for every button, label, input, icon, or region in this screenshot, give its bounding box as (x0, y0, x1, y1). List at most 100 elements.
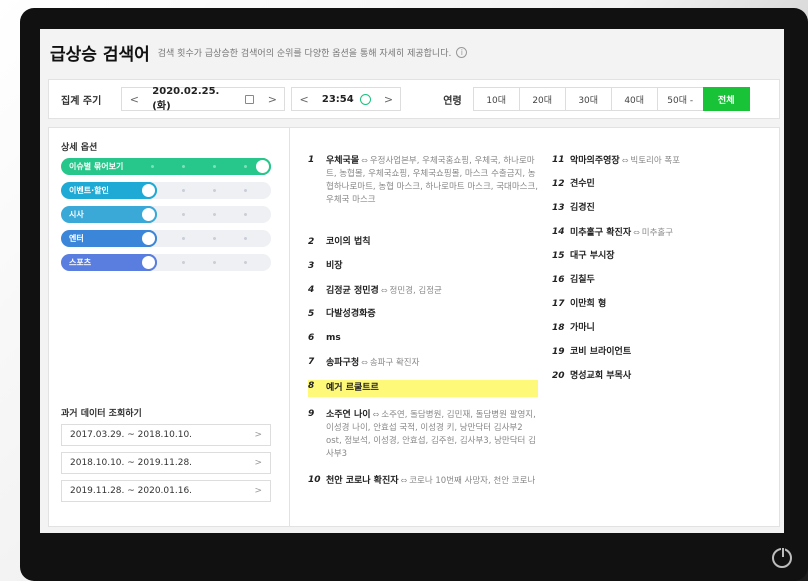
date-next-button[interactable]: > (260, 93, 284, 106)
rank-number: 17 (552, 299, 565, 309)
rank-keyword[interactable]: 천안 코로나 확진자 (326, 476, 399, 486)
clock-icon[interactable] (359, 93, 371, 105)
rank-keyword[interactable]: 우체국몰 (326, 156, 359, 166)
rank-keyword[interactable]: ms (326, 333, 341, 343)
rank-number: 16 (552, 275, 565, 285)
power-icon[interactable] (772, 547, 792, 568)
screen: 급상승 검색어 검색 횟수가 급상승한 검색어의 순위를 다양한 옵션을 통해 … (40, 29, 784, 533)
related-keywords: 미추홀구 (641, 228, 674, 238)
rank-keyword[interactable]: 대구 부시장 (570, 251, 615, 261)
rank-item[interactable]: 5 다발성경화증 (308, 308, 538, 321)
rank-number: 4 (308, 285, 315, 295)
rank-keyword[interactable]: 명성교회 부목사 (570, 371, 631, 381)
toggle-sports[interactable]: 스포츠 (61, 254, 271, 271)
rank-keyword[interactable]: 소주연 나이 (326, 410, 371, 420)
related-arrows-icon: ⇔ (361, 156, 368, 165)
age-all-button[interactable]: 전체 (702, 87, 750, 111)
rank-number: 1 (308, 155, 315, 165)
rank-number: 6 (308, 333, 315, 343)
rank-number: 19 (552, 347, 565, 357)
info-icon[interactable]: i (456, 46, 468, 58)
date-picker[interactable]: < 2020.02.25. (화) > (121, 86, 286, 112)
rank-item[interactable]: 8 예거 르쿨트르 (308, 380, 538, 397)
rank-item[interactable]: 6 ms (308, 332, 538, 345)
history-range-2[interactable]: 2018.10.10. ~ 2019.11.28. > (61, 452, 271, 474)
rank-number: 3 (308, 261, 315, 271)
age-20s-button[interactable]: 20대 (518, 87, 566, 111)
toggle-issue-group[interactable]: 이슈별 묶어보기 (61, 158, 271, 175)
rank-number: 2 (308, 237, 315, 247)
options-panel: 상세 옵션 이슈별 묶어보기 이벤트·할인 시사 엔터 스포츠 과거 데이터 조… (48, 127, 290, 527)
calendar-icon[interactable] (244, 94, 255, 104)
rank-number: 12 (552, 179, 565, 189)
related-arrows-icon: ⇔ (380, 286, 388, 295)
filter-bar: 집계 주기 < 2020.02.25. (화) > < 23:54 > 연령 1… (48, 79, 780, 119)
rank-keyword[interactable]: 송파구청 (326, 358, 359, 368)
rank-number: 9 (308, 409, 315, 419)
rank-keyword[interactable]: 다발성경화증 (326, 309, 376, 319)
rank-item[interactable]: 13 김경진 (552, 202, 782, 215)
related-arrows-icon: ⇔ (361, 358, 368, 367)
rank-item[interactable]: 1 우체국몰 ⇔ 우정사업본부, 우체국홈쇼핑, 우체국, 하나로마트, 농협몰, 우… (308, 154, 538, 207)
time-picker[interactable]: < 23:54 > (291, 87, 402, 111)
rank-item[interactable]: 19 코비 브라이언트 (552, 346, 782, 359)
toggle-news[interactable]: 시사 (61, 206, 271, 223)
rank-keyword[interactable]: 이만희 형 (570, 299, 606, 309)
related-keywords: 송파구 확진자 (369, 358, 420, 368)
age-40s-button[interactable]: 40대 (610, 87, 658, 111)
rank-number: 20 (552, 371, 565, 381)
related-arrows-icon: ⇔ (400, 476, 408, 485)
toggle-entertainment[interactable]: 엔터 (61, 230, 271, 247)
time-value: 23:54 (321, 93, 354, 105)
history-range-3[interactable]: 2019.11.28. ~ 2020.01.16. > (61, 480, 271, 502)
toggle-event-sale[interactable]: 이벤트·할인 (61, 182, 271, 199)
rank-keyword[interactable]: 김정균 정민경 (326, 286, 379, 296)
age-50s-button[interactable]: 50대 - (656, 87, 704, 111)
rank-item[interactable]: 14 미추홀구 확진자 ⇔ 미추홀구 (552, 226, 782, 240)
page-description: 검색 횟수가 급상승한 검색어의 순위를 다양한 옵션을 통해 자세히 제공합니… (157, 48, 452, 59)
time-prev-button[interactable]: < (292, 93, 316, 106)
rank-keyword[interactable]: 김경진 (570, 203, 595, 213)
period-label: 집계 주기 (61, 95, 102, 107)
rank-number: 10 (308, 475, 321, 485)
rank-item[interactable]: 16 김칠두 (552, 274, 782, 287)
rank-item[interactable]: 3 비장 (308, 260, 538, 273)
chevron-right-icon: > (254, 458, 262, 468)
title-row: 급상승 검색어 검색 횟수가 급상승한 검색어의 순위를 다양한 옵션을 통해 … (50, 39, 468, 65)
rank-item[interactable]: 12 견수민 (552, 178, 782, 191)
history-range-1[interactable]: 2017.03.29. ~ 2018.10.10. > (61, 424, 271, 446)
options-title: 상세 옵션 (61, 143, 98, 153)
rank-item[interactable]: 10 천안 코로나 확진자 ⇔ 코로나 10번째 사망자, 천안 코로나 (308, 474, 538, 488)
related-keywords: 정민경, 김정균 (389, 286, 442, 296)
age-30s-button[interactable]: 30대 (564, 87, 612, 111)
date-prev-button[interactable]: < (122, 93, 146, 106)
rank-keyword[interactable]: 악마의주영장 (570, 156, 620, 166)
rank-item[interactable]: 7 송파구청 ⇔ 송파구 확진자 (308, 356, 538, 370)
rank-item[interactable]: 9 소주연 나이 ⇔ 소주연, 돌담병원, 김민재, 돌담병원 팔영지, 이성경 나이… (308, 408, 538, 461)
rank-keyword[interactable]: 예거 르쿨트르 (326, 383, 379, 393)
age-10s-button[interactable]: 10대 (472, 87, 520, 111)
toggle-label: 스포츠 (69, 258, 92, 267)
related-arrows-icon: ⇔ (621, 156, 629, 165)
chevron-right-icon: > (254, 430, 262, 440)
rank-item[interactable]: 18 가마니 (552, 322, 782, 335)
rank-keyword[interactable]: 김칠두 (570, 275, 595, 285)
rank-keyword[interactable]: 코이의 법칙 (326, 237, 371, 247)
rank-keyword[interactable]: 코비 브라이언트 (570, 347, 631, 357)
rank-item[interactable]: 17 이만희 형 (552, 298, 782, 311)
ranking-panel: 1 우체국몰 ⇔ 우정사업본부, 우체국홈쇼핑, 우체국, 하나로마트, 농협몰, 우… (290, 127, 780, 527)
time-next-button[interactable]: > (377, 93, 401, 106)
rank-number: 8 (308, 381, 315, 391)
rank-item[interactable]: 20 명성교회 부목사 (552, 370, 782, 383)
rank-item[interactable]: 11 악마의주영장 ⇔ 빅토리아 폭포 (552, 154, 782, 168)
toggle-label: 이슈별 묶어보기 (69, 162, 124, 171)
rank-item[interactable]: 4 김정균 정민경 ⇔ 정민경, 김정균 (308, 284, 538, 298)
rank-number: 5 (308, 309, 315, 319)
rank-keyword[interactable]: 견수민 (570, 179, 595, 189)
rank-item[interactable]: 15 대구 부시장 (552, 250, 782, 263)
age-label: 연령 (443, 95, 462, 107)
rank-keyword[interactable]: 비장 (326, 261, 343, 271)
rank-keyword[interactable]: 가마니 (570, 323, 595, 333)
rank-item[interactable]: 2 코이의 법칙 (308, 236, 538, 249)
rank-keyword[interactable]: 미추홀구 확진자 (570, 228, 631, 238)
